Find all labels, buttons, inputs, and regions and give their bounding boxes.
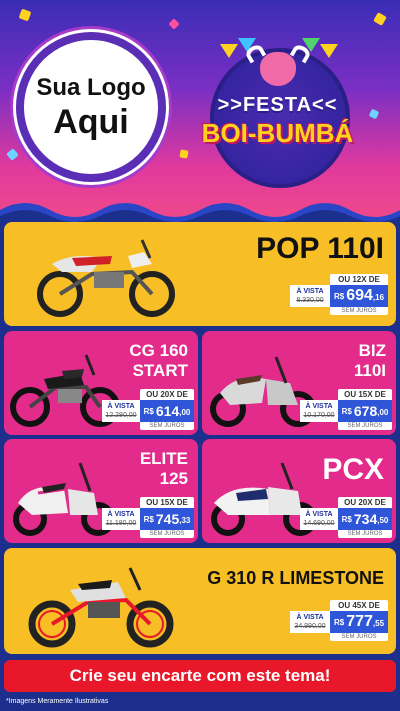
currency: R$ [333,617,345,627]
installments-label: OU 20X DE [140,389,194,400]
installment-cents: ,33 [179,516,191,525]
bull-head-icon [260,52,296,86]
product-name-line1: CG 160 [129,341,188,360]
no-interest-label: SEM JUROS [140,422,194,430]
cash-label: À VISTA [107,403,135,410]
product-card-elite-125: ELITE 125 OU 15X DE À VISTA 11.180,00 R$… [4,439,198,543]
logo-placeholder: Sua Logo Aqui [16,32,166,182]
installment-value: 614 [155,403,180,419]
product-name: BIZ 110I [354,341,386,381]
no-interest-label: SEM JUROS [330,633,388,641]
logo-text-line1: Sua Logo [36,74,146,101]
installments-label: OU 45X DE [330,600,388,611]
festa-boi-bumba-badge: >>FESTA<< BOI-BUMBÁ [190,30,365,195]
flyer-page: Sua Logo Aqui >>FESTA<< BOI-BUMBÁ POP 11… [0,0,400,711]
installment-value: 745 [155,511,180,527]
motorcycle-image [37,239,175,317]
installment-value: 678 [353,403,378,419]
currency: R$ [341,514,352,524]
product-card-cg-160-start: CG 160 START OU 20X DE À VISTA 12.280,00… [4,331,198,435]
product-name-line1: BIZ [358,341,386,360]
price-tag: OU 20X DE À VISTA 12.280,00 R$ 614 ,00 S… [102,389,194,430]
price-tag: OU 15X DE À VISTA 11.180,00 R$ 745 ,33 S… [102,497,194,538]
old-price: 14.690,00 [303,520,335,527]
currency: R$ [143,406,154,416]
logo-text-line2: Aqui [53,103,129,141]
installments-label: OU 15X DE [140,497,194,508]
product-name-line2: 125 [159,469,188,488]
product-name-line1: ELITE [139,449,188,468]
product-card-biz-110i: BIZ 110I OU 15X DE À VISTA 10.170,00 R$ … [202,331,396,435]
confetti [373,12,387,26]
price-tag: OU 45X DE À VISTA 34.990,00 R$ 777 ,55 S… [290,600,388,641]
confetti [18,8,32,22]
product-name: PCX [322,453,384,486]
installments-label: OU 15X DE [338,389,392,400]
no-interest-label: SEM JUROS [330,307,388,315]
installments-label: OU 20X DE [338,497,392,508]
product-name: ELITE 125 [140,449,188,489]
festa-title: >>FESTA<< [217,94,338,116]
installment-cents: ,00 [377,408,389,417]
cash-label: À VISTA [296,288,324,295]
old-price: 11.180,00 [105,520,137,527]
old-price: 34.990,00 [294,623,326,630]
no-interest-label: SEM JUROS [140,530,194,538]
product-name-line2: 110I [353,361,386,380]
confetti [6,148,19,161]
bunting-flag [320,44,338,58]
cash-label: À VISTA [305,511,333,518]
installment-cents: ,16 [372,293,385,302]
product-name: POP 110I [256,232,384,265]
product-name: CG 160 START [129,341,188,381]
installments-label: OU 12X DE [330,274,388,285]
cash-label: À VISTA [305,403,333,410]
product-card-g310r-limestone: G 310 R LIMESTONE OU 45X DE À VISTA 34.9… [4,548,396,654]
cash-label: À VISTA [296,614,324,621]
confetti [179,149,189,159]
no-interest-label: SEM JUROS [338,530,392,538]
cta-button[interactable]: Crie seu encarte com este tema! [4,660,396,692]
old-price: 10.170,00 [303,412,335,419]
product-card-pop-110i: POP 110I OU 12X DE À VISTA 8.330,00 R$ 6… [4,222,396,326]
no-interest-label: SEM JUROS [338,422,392,430]
price-tag: OU 12X DE À VISTA 8.330,00 R$ 694 ,16 SE… [290,274,388,315]
festa-subtitle: BOI-BUMBÁ [201,118,354,148]
currency: R$ [333,291,345,301]
old-price: 8.330,00 [296,297,324,304]
confetti [168,18,180,30]
installment-value: 694 [346,287,373,304]
installment-value: 777 [346,613,373,630]
old-price: 12.280,00 [105,412,137,419]
installment-cents: ,50 [377,516,389,525]
header-wave [0,203,400,222]
price-tag: OU 15X DE À VISTA 10.170,00 R$ 678 ,00 S… [300,389,392,430]
installment-cents: ,55 [372,619,385,628]
motorcycle-image [28,567,174,648]
currency: R$ [143,514,154,524]
installment-value: 734 [353,511,378,527]
footnote: *Imagens Meramente Ilustrativas [6,698,109,705]
currency: R$ [341,406,352,416]
price-tag: OU 20X DE À VISTA 14.690,00 R$ 734 ,50 S… [300,497,392,538]
installment-cents: ,00 [179,408,191,417]
bunting-flag [220,44,238,58]
header-banner: Sua Logo Aqui >>FESTA<< BOI-BUMBÁ [0,0,400,222]
product-card-pcx: PCX OU 20X DE À VISTA 14.690,00 R$ 734 ,… [202,439,396,543]
cash-label: À VISTA [107,511,135,518]
product-name-line2: START [132,361,188,380]
product-name: G 310 R LIMESTONE [207,568,384,588]
